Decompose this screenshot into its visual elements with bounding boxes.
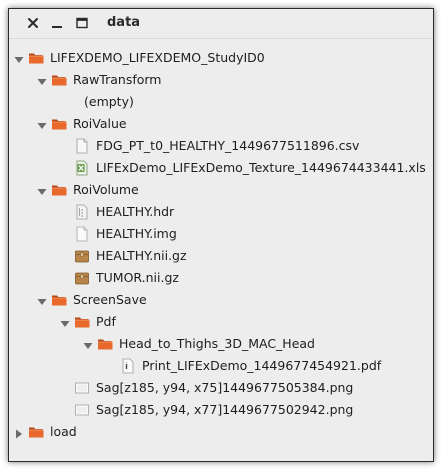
file-tree: LIFEXDEMO_LIFEXDEMO_StudyID0 RawTransfor… [9,41,433,459]
tree-row-label: Print_LIFExDemo_1449677454921.pdf [142,358,382,373]
expand-arrow-icon[interactable] [14,53,24,63]
tree-row-label: TUMOR.nii.gz [96,270,179,285]
tree-row-label: RoiValue [73,116,127,131]
tree-row-label: Sag[z185, y94, x77]1449677502942.png [96,402,354,417]
tree-row[interactable]: ScreenSave [9,289,429,311]
collapse-arrow-icon[interactable] [14,427,24,439]
tree-row-label: HEALTHY.img [96,226,177,241]
maximize-icon [76,17,88,29]
tree-row[interactable]: Pdf [9,311,429,333]
tree-row[interactable]: LIFEXDEMO_LIFEXDEMO_StudyID0 [9,47,429,69]
tree-row[interactable]: HEALTHY.img [9,223,429,245]
tree-row-label: HEALTHY.hdr [96,204,175,219]
folder-icon [51,182,67,198]
folder-icon [51,292,67,308]
tree-row-label: Pdf [96,314,116,329]
tree-row-label: LIFEXDEMO_LIFEXDEMO_StudyID0 [50,50,265,65]
tree-row[interactable]: Print_LIFExDemo_1449677454921.pdf [9,355,429,377]
image-file-icon [74,402,90,418]
folder-icon [97,336,113,352]
archive-file-icon [74,270,90,286]
folder-icon [51,116,67,132]
tree-row[interactable]: RawTransform [9,69,429,91]
image-file-icon [74,380,90,396]
tree-row-label: FDG_PT_t0_HEALTHY_1449677511896.csv [96,138,360,153]
window-title: data [107,15,141,30]
expand-arrow-icon[interactable] [37,295,47,305]
pdf-file-icon [120,358,136,374]
folder-icon [74,314,90,330]
tree-row[interactable]: RoiValue [9,113,429,135]
text-file-icon [74,138,90,154]
tree-row-label: (empty) [84,94,134,109]
tree-row-label: RawTransform [73,72,162,87]
tree-row[interactable]: Sag[z185, y94, x77]1449677502942.png [9,399,429,421]
expand-arrow-icon[interactable] [37,185,47,195]
minimize-icon [52,26,62,28]
tree-row-label: load [50,424,77,439]
tree-row[interactable]: LIFExDemo_LIFExDemo_Texture_144967443344… [9,157,429,179]
tree-row-label: HEALTHY.nii.gz [96,248,187,263]
tree-row[interactable]: (empty) [9,91,429,113]
tree-row[interactable]: TUMOR.nii.gz [9,267,429,289]
expand-arrow-icon[interactable] [83,339,93,349]
tree-row-label: ScreenSave [73,292,147,307]
close-icon [28,18,38,28]
minimize-button[interactable] [50,16,64,30]
close-button[interactable] [26,16,40,30]
tree-row-label: LIFExDemo_LIFExDemo_Texture_144967443344… [96,160,426,175]
tree-row[interactable]: HEALTHY.nii.gz [9,245,429,267]
blank-file-icon [74,226,90,242]
tree-row-label: Sag[z185, y94, x75]1449677505384.png [96,380,354,395]
tree-row[interactable]: Sag[z185, y94, x75]1449677505384.png [9,377,429,399]
archive-file-icon [74,248,90,264]
expand-arrow-icon[interactable] [37,119,47,129]
folder-icon [51,72,67,88]
maximize-button[interactable] [75,16,89,30]
tree-row-label: Head_to_Thighs_3D_MAC_Head [119,336,315,351]
folder-icon [28,424,44,440]
tree-row[interactable]: load [9,421,429,443]
tree-row[interactable]: RoiVolume [9,179,429,201]
folder-icon [28,50,44,66]
binary-file-icon [74,204,90,220]
file-browser-window: data LIFEXDEMO_LIFEXDEMO_StudyID0 RawTra… [8,8,434,462]
tree-row[interactable]: FDG_PT_t0_HEALTHY_1449677511896.csv [9,135,429,157]
tree-row-label: RoiVolume [73,182,139,197]
spreadsheet-file-icon [74,160,90,176]
title-bar[interactable]: data [9,9,433,39]
tree-row[interactable]: HEALTHY.hdr [9,201,429,223]
expand-arrow-icon[interactable] [60,317,70,327]
tree-row[interactable]: Head_to_Thighs_3D_MAC_Head [9,333,429,355]
expand-arrow-icon[interactable] [37,75,47,85]
